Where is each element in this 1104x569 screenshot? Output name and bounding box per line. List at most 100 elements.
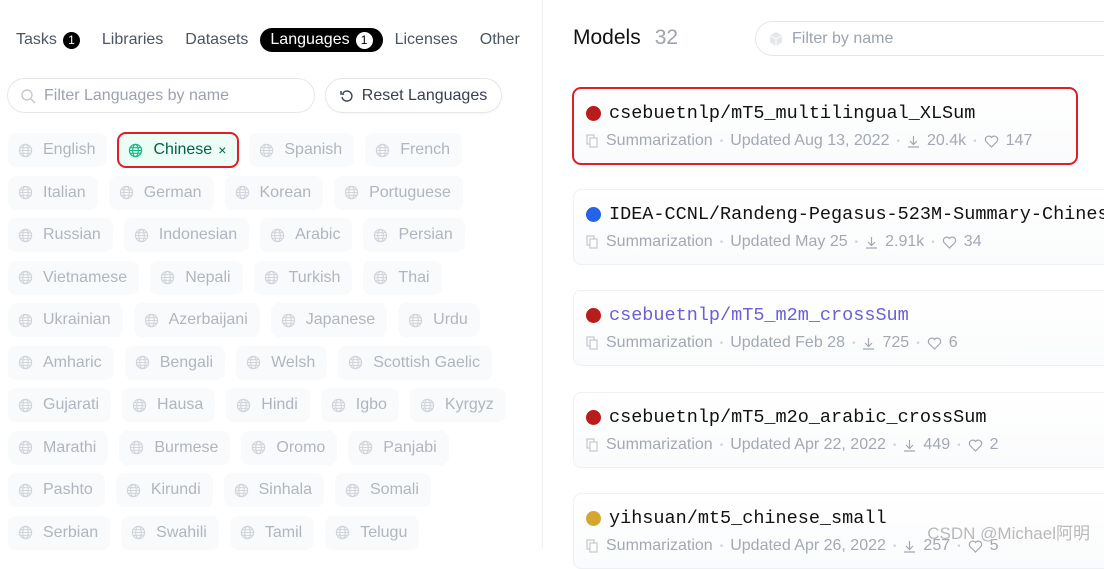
language-chip-nepali[interactable]: Nepali bbox=[150, 260, 243, 295]
reset-languages-button[interactable]: Reset Languages bbox=[325, 78, 502, 113]
task-icon bbox=[586, 134, 598, 148]
language-chip-amharic[interactable]: Amharic bbox=[8, 345, 114, 380]
tab-licenses[interactable]: Licenses bbox=[385, 28, 468, 52]
language-chip-oromo[interactable]: Oromo bbox=[241, 430, 338, 465]
model-filter-input[interactable]: Filter by name bbox=[755, 21, 1104, 56]
model-updated: Updated Feb 28 bbox=[730, 334, 845, 351]
language-chip-scottish-gaelic[interactable]: Scottish Gaelic bbox=[338, 345, 492, 380]
model-card[interactable]: csebuetnlp/mT5_m2o_arabic_crossSum Summar… bbox=[573, 392, 1104, 468]
language-chip-marathi[interactable]: Marathi bbox=[8, 430, 109, 465]
language-chip-french[interactable]: French bbox=[365, 133, 462, 167]
org-avatar bbox=[586, 207, 601, 222]
language-chip-russian[interactable]: Russian bbox=[8, 218, 113, 252]
language-chip-kyrgyz[interactable]: Kyrgyz bbox=[409, 388, 506, 422]
tab-other[interactable]: Other bbox=[470, 28, 530, 52]
separator-dot: • bbox=[892, 540, 897, 552]
remove-language-icon[interactable]: × bbox=[218, 142, 226, 158]
separator-dot: • bbox=[851, 337, 856, 349]
language-chip-german[interactable]: German bbox=[108, 175, 214, 210]
language-chip-serbian[interactable]: Serbian bbox=[8, 515, 111, 550]
model-updated: Updated May 25 bbox=[730, 233, 848, 250]
model-card[interactable]: csebuetnlp/mT5_m2m_crossSum Summarization… bbox=[573, 290, 1104, 366]
language-label: Bengali bbox=[159, 353, 214, 371]
language-chip-igbo[interactable]: Igbo bbox=[320, 388, 399, 422]
language-chip-ukrainian[interactable]: Ukrainian bbox=[8, 303, 123, 337]
globe-icon bbox=[130, 440, 144, 455]
globe-icon bbox=[335, 525, 350, 540]
models-panel: Models 32 Filter by name csebuetnlp/mT5_… bbox=[544, 0, 1104, 569]
tab-languages[interactable]: Languages 1 bbox=[260, 28, 383, 52]
model-likes: 2 bbox=[989, 436, 999, 453]
language-chip-panjabi[interactable]: Panjabi bbox=[348, 430, 449, 465]
model-name: csebuetnlp/mT5_multilingual_XLSum bbox=[609, 103, 976, 124]
globe-icon bbox=[18, 398, 33, 412]
language-chip-gujarati[interactable]: Gujarati bbox=[8, 388, 112, 422]
separator-dot: • bbox=[854, 236, 859, 248]
language-chip-kirundi[interactable]: Kirundi bbox=[115, 473, 213, 507]
task-icon bbox=[586, 336, 598, 350]
model-name: csebuetnlp/mT5_m2m_crossSum bbox=[609, 305, 909, 326]
globe-icon bbox=[18, 270, 33, 285]
globe-icon bbox=[235, 185, 249, 200]
language-label: Italian bbox=[43, 183, 86, 201]
tab-libraries[interactable]: Libraries bbox=[92, 28, 173, 52]
model-card[interactable]: IDEA-CCNL/Randeng-Pegasus-523M-Summary-C… bbox=[573, 189, 1104, 265]
language-chip-chinese[interactable]: Chinese × bbox=[117, 132, 240, 168]
language-chip-hindi[interactable]: Hindi bbox=[226, 388, 310, 422]
model-name: yihsuan/mt5_chinese_small bbox=[609, 508, 887, 529]
language-label: Burmese bbox=[154, 438, 219, 456]
language-chip-english[interactable]: English bbox=[8, 133, 108, 167]
globe-icon bbox=[131, 525, 146, 540]
language-chip-indonesian[interactable]: Indonesian bbox=[123, 218, 250, 252]
model-meta: Summarization • Updated Apr 22, 2022 • 449 • 2 bbox=[586, 436, 1104, 454]
language-chip-urdu[interactable]: Urdu bbox=[398, 303, 480, 337]
model-card[interactable]: csebuetnlp/mT5_multilingual_XLSum Summari… bbox=[572, 87, 1078, 165]
model-title-link[interactable]: csebuetnlp/mT5_m2o_arabic_crossSum bbox=[586, 407, 1104, 428]
language-chip-pashto[interactable]: Pashto bbox=[8, 473, 105, 507]
language-filter-input[interactable]: Filter Languages by name bbox=[7, 78, 315, 113]
model-meta: Summarization • Updated Aug 13, 2022 • 20.4k… bbox=[586, 132, 1076, 150]
model-title-link[interactable]: csebuetnlp/mT5_m2m_crossSum bbox=[586, 305, 1104, 326]
language-chip-burmese[interactable]: Burmese bbox=[119, 430, 231, 465]
language-chip-turkish[interactable]: Turkish bbox=[253, 260, 353, 295]
globe-icon bbox=[420, 398, 435, 412]
language-label: Marathi bbox=[43, 438, 97, 456]
language-label: Russian bbox=[43, 226, 101, 243]
globe-icon bbox=[270, 228, 285, 242]
globe-icon bbox=[18, 483, 33, 497]
language-label: Tamil bbox=[264, 523, 303, 541]
org-avatar bbox=[586, 511, 601, 526]
separator-dot: • bbox=[719, 439, 724, 451]
globe-icon bbox=[132, 398, 147, 412]
language-chip-arabic[interactable]: Arabic bbox=[260, 218, 353, 252]
model-name: IDEA-CCNL/Randeng-Pegasus-523M-Summary-C… bbox=[609, 204, 1104, 225]
language-row: Amharic Bengali Welsh Scottish Gaelic bbox=[8, 345, 538, 380]
language-label: Thai bbox=[398, 268, 430, 286]
language-chip-korean[interactable]: Korean bbox=[224, 175, 324, 210]
language-chip-telugu[interactable]: Telugu bbox=[325, 515, 420, 550]
model-title-link[interactable]: csebuetnlp/mT5_multilingual_XLSum bbox=[586, 103, 1076, 124]
language-chip-azerbaijani[interactable]: Azerbaijani bbox=[133, 303, 260, 337]
language-chip-somali[interactable]: Somali bbox=[335, 473, 431, 507]
language-chip-italian[interactable]: Italian bbox=[8, 175, 98, 210]
language-chip-thai[interactable]: Thai bbox=[363, 260, 442, 295]
tab-datasets[interactable]: Datasets bbox=[175, 28, 258, 52]
language-chip-spanish[interactable]: Spanish bbox=[249, 133, 355, 167]
tab-count-badge: 1 bbox=[62, 31, 80, 49]
model-title-link[interactable]: IDEA-CCNL/Randeng-Pegasus-523M-Summary-C… bbox=[586, 204, 1104, 225]
globe-icon bbox=[135, 355, 149, 370]
globe-icon bbox=[119, 185, 133, 200]
language-chip-japanese[interactable]: Japanese bbox=[270, 303, 388, 337]
language-chip-bengali[interactable]: Bengali bbox=[124, 345, 226, 380]
language-chip-sinhala[interactable]: Sinhala bbox=[223, 473, 324, 507]
language-chip-swahili[interactable]: Swahili bbox=[121, 515, 219, 550]
language-chip-tamil[interactable]: Tamil bbox=[229, 515, 315, 550]
tab-tasks[interactable]: Tasks 1 bbox=[16, 28, 90, 52]
language-chip-persian[interactable]: Persian bbox=[363, 218, 465, 252]
language-chip-vietnamese[interactable]: Vietnamese bbox=[8, 260, 140, 295]
language-chip-hausa[interactable]: Hausa bbox=[122, 388, 216, 422]
model-name: csebuetnlp/mT5_m2o_arabic_crossSum bbox=[609, 407, 987, 428]
language-chip-welsh[interactable]: Welsh bbox=[236, 345, 328, 380]
language-chip-portuguese[interactable]: Portuguese bbox=[334, 175, 463, 210]
language-label: Somali bbox=[370, 481, 419, 498]
